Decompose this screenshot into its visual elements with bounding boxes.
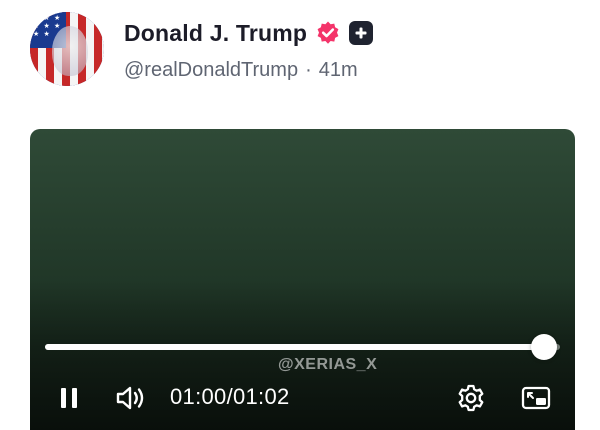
post-timestamp[interactable]: 41m bbox=[319, 59, 358, 82]
settings-button[interactable] bbox=[454, 381, 488, 415]
meta-separator: · bbox=[305, 59, 312, 81]
post-card: ★ ★ ★ ★ ★ ★ ★ ★ Donald J. Trump @realDon… bbox=[0, 0, 600, 430]
total-duration: 01:02 bbox=[232, 384, 290, 409]
seek-bar-thumb[interactable] bbox=[530, 334, 557, 360]
author-display-name[interactable]: Donald J. Trump bbox=[124, 20, 307, 47]
picture-in-picture-button[interactable] bbox=[518, 382, 554, 414]
picture-in-picture-icon bbox=[521, 386, 551, 410]
pause-icon bbox=[61, 388, 77, 408]
author-handle[interactable]: @realDonaldTrump bbox=[124, 59, 298, 82]
volume-icon bbox=[116, 386, 144, 410]
seek-bar-progress bbox=[45, 344, 544, 350]
plus-badge-icon bbox=[349, 21, 374, 45]
handle-row: @realDonaldTrump · 41m bbox=[124, 59, 373, 82]
player-controls: 01:00/01:02 bbox=[30, 379, 575, 415]
post-header: ★ ★ ★ ★ ★ ★ ★ ★ Donald J. Trump @realDon… bbox=[30, 12, 374, 86]
author-identity: Donald J. Trump @realDonaldTrump · 41m bbox=[124, 17, 374, 82]
volume-button[interactable] bbox=[114, 382, 148, 414]
avatar[interactable]: ★ ★ ★ ★ ★ ★ ★ ★ bbox=[30, 12, 104, 86]
settings-gear-icon bbox=[458, 384, 484, 412]
pause-button[interactable] bbox=[54, 383, 84, 413]
name-row: Donald J. Trump bbox=[124, 17, 374, 49]
playback-time: 01:00/01:02 bbox=[170, 384, 290, 410]
current-time: 01:00 bbox=[170, 384, 227, 409]
verified-badge-icon bbox=[315, 20, 341, 46]
video-player[interactable]: @XERIAS_X 01:00/01:02 bbox=[30, 129, 575, 430]
avatar-portrait bbox=[52, 26, 88, 76]
seek-bar[interactable] bbox=[45, 334, 560, 360]
video-watermark: @XERIAS_X bbox=[278, 356, 378, 373]
